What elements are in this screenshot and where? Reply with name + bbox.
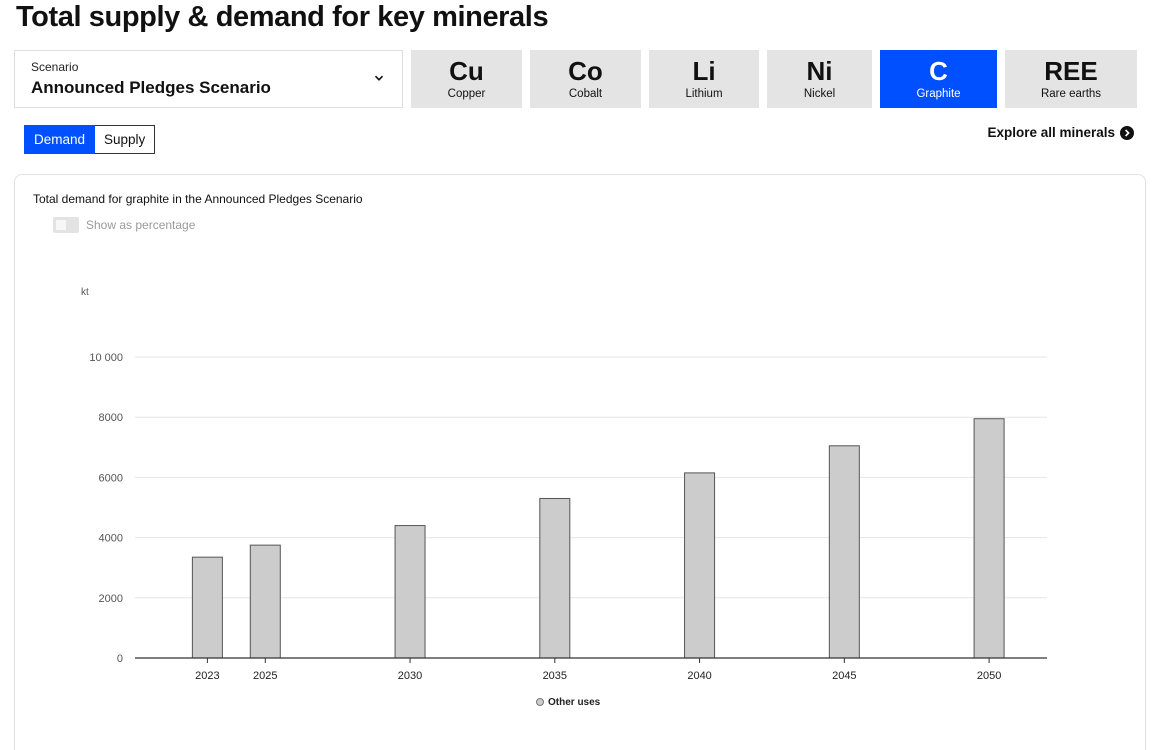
legend-marker xyxy=(536,698,544,706)
bar xyxy=(249,544,281,659)
mineral-name: Copper xyxy=(447,88,486,100)
demand-button[interactable]: Demand xyxy=(24,125,96,154)
mineral-tab-graphite[interactable]: C Graphite xyxy=(880,50,997,108)
y-tick-label: 0 xyxy=(117,653,123,665)
y-axis-unit-label: kt xyxy=(81,287,89,298)
y-tick-label: 6000 xyxy=(99,472,123,484)
mineral-name: Nickel xyxy=(803,88,836,100)
mineral-symbol: C xyxy=(929,56,948,86)
arrow-right-circle-icon xyxy=(1120,125,1134,140)
x-tick-label: 2030 xyxy=(398,670,422,682)
supply-button[interactable]: Supply xyxy=(95,125,156,154)
scenario-label: Scenario xyxy=(31,60,79,74)
scenario-value: Announced Pledges Scenario xyxy=(31,78,271,97)
mineral-tab-copper[interactable]: Cu Copper xyxy=(411,50,522,108)
mineral-symbol: Ni xyxy=(806,56,833,86)
bar xyxy=(684,472,716,659)
explore-label: Explore all minerals xyxy=(987,125,1115,140)
mineral-name: Graphite xyxy=(916,88,961,100)
x-tick-label: 2025 xyxy=(253,670,277,682)
y-tick-label: 8000 xyxy=(99,412,123,424)
y-tick-label: 4000 xyxy=(99,533,123,545)
mineral-tab-rare-earths[interactable]: REE Rare earths xyxy=(1005,50,1137,108)
mineral-name: Lithium xyxy=(685,88,723,100)
scenario-dropdown[interactable]: Scenario Announced Pledges Scenario xyxy=(14,50,403,108)
demand-supply-toggle: Demand Supply xyxy=(24,125,156,154)
mineral-tab-cobalt[interactable]: Co Cobalt xyxy=(530,50,641,108)
bar xyxy=(539,497,571,659)
x-tick-label: 2045 xyxy=(832,670,856,682)
bar xyxy=(973,418,1005,659)
mineral-symbol: REE xyxy=(1044,56,1098,86)
y-tick-label: 10 000 xyxy=(89,352,123,364)
x-tick-label: 2035 xyxy=(543,670,567,682)
bar xyxy=(828,445,860,659)
bar xyxy=(191,556,223,659)
x-tick-label: 2050 xyxy=(977,670,1001,682)
mineral-tab-lithium[interactable]: Li Lithium xyxy=(649,50,759,108)
chart-card: Total demand for graphite in the Announc… xyxy=(14,174,1146,750)
mineral-name: Cobalt xyxy=(568,88,603,100)
x-tick-label: 2023 xyxy=(195,670,219,682)
mineral-symbol: Cu xyxy=(449,56,484,86)
mineral-tab-nickel[interactable]: Ni Nickel xyxy=(767,50,872,108)
mineral-symbol: Co xyxy=(568,56,603,86)
chevron-down-icon xyxy=(374,75,384,81)
mineral-symbol: Li xyxy=(692,56,716,86)
mineral-name: Rare earths xyxy=(1040,88,1102,100)
legend-label: Other uses xyxy=(548,697,601,708)
x-tick-label: 2040 xyxy=(687,670,711,682)
y-tick-label: 2000 xyxy=(99,593,123,605)
explore-all-minerals-link[interactable]: Explore all minerals xyxy=(987,125,1134,140)
bar xyxy=(394,525,426,659)
page-title: Total supply & demand for key minerals xyxy=(16,1,549,33)
bar-chart: kt 0 2000 4000 6000 8000 10 000 2023 2025 2030 203… xyxy=(81,287,1047,708)
